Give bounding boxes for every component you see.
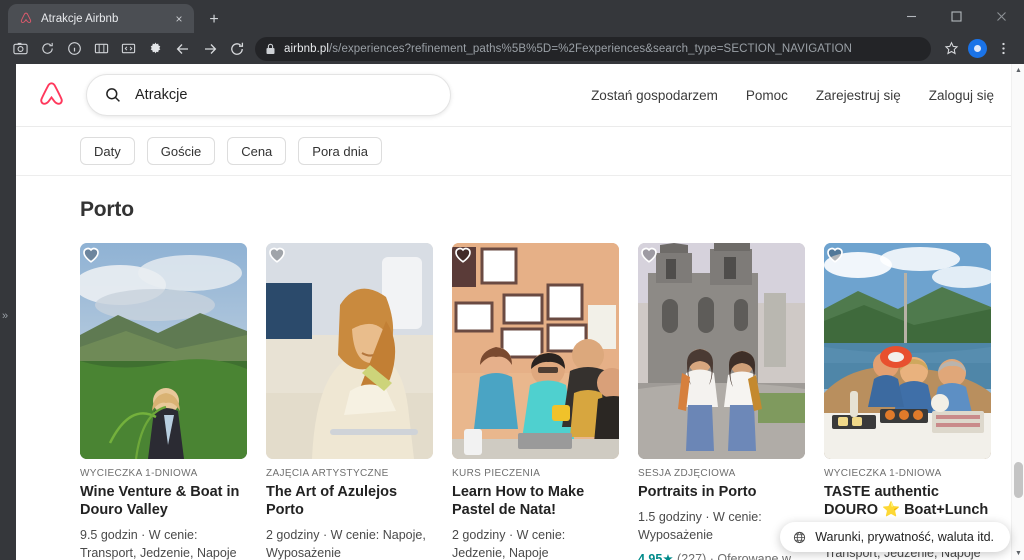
card-meta: 9.5 godzin · W cenie: Transport, Jedzeni… [80,528,237,560]
tab-close-icon[interactable]: × [170,10,188,28]
experience-card[interactable]: KURS PIECZENIA Learn How to Make Pastel … [452,243,619,560]
lock-icon [266,43,275,54]
airbnb-logo-icon [20,12,32,23]
site-nav: Zostań gospodarzem Pomoc Zarejestruj się… [591,88,1024,103]
card-title: TASTE authentic DOURO ⭐ Boat+Lunch [824,484,989,519]
minimize-button[interactable] [889,0,934,32]
nav-link-register[interactable]: Zarejestruj się [816,88,901,103]
scroll-down-arrow-icon[interactable]: ▼ [1012,547,1024,560]
boat-lunch-river-photo [824,243,991,459]
reload-button[interactable] [224,36,249,61]
card-title: The Art of Azulejos Porto [266,484,398,519]
nav-link-login[interactable]: Zaloguj się [929,88,994,103]
url-domain: airbnb.pl [284,42,330,55]
heart-icon[interactable] [80,243,102,265]
search-icon [106,88,120,102]
heart-icon[interactable] [638,243,660,265]
woman-painting-tile-photo [266,243,433,459]
two-women-walking-church-photo [638,243,805,459]
card-rating-value: 4.95 [638,552,663,560]
toolbar-actions [939,36,1016,61]
profile-icon[interactable] [965,36,990,61]
card-title: Portraits in Porto [638,484,757,500]
baking-class-group-photo [452,243,619,459]
privacy-terms-button[interactable]: Warunki, prywatność, waluta itd. [780,522,1010,552]
site-header: Atrakcje Zostań gospodarzem Pomoc Zareje… [16,64,1024,127]
nav-link-become-host[interactable]: Zostań gospodarzem [591,88,718,103]
screenshot-region-icon[interactable] [89,36,114,61]
card-image[interactable] [80,243,247,459]
browser-toolbar: airbnb.pl/s/experiences?refinement_paths… [0,33,1024,64]
card-meta: 2 godziny · W cenie: Napoje, Wyposażenie [266,528,426,560]
back-button[interactable] [170,36,195,61]
results-section: Porto WYCIECZKA 1-DNIOWA Wine Venture & … [16,176,1024,560]
page-title: Porto [80,198,134,221]
globe-icon [794,531,806,543]
inspect-element-icon[interactable] [116,36,141,61]
card-category: WYCIECZKA 1-DNIOWA [80,468,198,479]
star-icon: ★ [662,552,674,560]
forward-button[interactable] [197,36,222,61]
scrollbar-thumb[interactable] [1014,462,1023,498]
card-image[interactable] [452,243,619,459]
filter-chip-time-of-day[interactable]: Pora dnia [298,137,382,165]
card-title: Wine Venture & Boat in Douro Valley [80,484,240,519]
card-category: ZAJĘCIA ARTYSTYCZNE [266,468,389,479]
card-rating: 4.95★ (227) · Oferowane w językach: angi… [638,550,805,560]
browser-window: Atrakcje Airbnb × + airbnb.pl/s/experien… [0,0,1024,560]
heart-icon[interactable] [452,243,474,265]
info-icon[interactable] [62,36,87,61]
privacy-terms-label: Warunki, prywatność, waluta itd. [815,530,994,544]
card-image[interactable] [638,243,805,459]
experience-card[interactable]: WYCIECZKA 1-DNIOWA Wine Venture & Boat i… [80,243,247,560]
card-category: KURS PIECZENIA [452,468,541,479]
window-controls [889,0,1024,32]
heart-icon[interactable] [266,243,288,265]
filter-bar: Daty Goście Cena Pora dnia [16,127,1024,176]
card-title: Learn How to Make Pastel de Nata! [452,484,585,519]
card-review-count: (227) [677,552,707,560]
filter-chip-guests[interactable]: Goście [146,137,216,165]
filter-chip-dates[interactable]: Daty [80,137,135,165]
experience-card[interactable]: ZAJĘCIA ARTYSTYCZNE The Art of Azulejos … [266,243,433,560]
card-category: SESJA ZDJĘCIOWA [638,468,736,479]
close-button[interactable] [979,0,1024,32]
three-dot-menu-icon[interactable] [991,36,1016,61]
gear-icon[interactable] [143,36,168,61]
browser-tab[interactable]: Atrakcje Airbnb × [8,4,194,33]
maximize-button[interactable] [934,0,979,32]
star-icon[interactable] [939,36,964,61]
heart-icon[interactable] [824,243,846,265]
card-meta: 2 godziny · W cenie: Jedzenie, Napoje [452,528,566,560]
search-input[interactable]: Atrakcje [86,74,451,116]
filter-chip-price[interactable]: Cena [227,137,287,165]
douro-valley-vineyard-photo [80,243,247,459]
experience-card[interactable]: SESJA ZDJĘCIOWA Portraits in Porto 1.5 g… [638,243,805,560]
page-viewport: Atrakcje Zostań gospodarzem Pomoc Zareje… [16,64,1024,560]
address-bar[interactable]: airbnb.pl/s/experiences?refinement_paths… [255,36,931,61]
search-input-value: Atrakcje [135,87,188,103]
expand-sidebar-button[interactable]: » [2,310,8,322]
tab-strip: Atrakcje Airbnb × + [0,0,227,33]
tab-title: Atrakcje Airbnb [41,12,119,25]
new-tab-button[interactable]: + [201,7,227,33]
page-scrollbar[interactable]: ▲ ▼ [1011,64,1024,560]
url-path: /s/experiences?refinement_paths%5B%5D=%2… [329,42,853,55]
nav-link-help[interactable]: Pomoc [746,88,788,103]
experience-card-grid: WYCIECZKA 1-DNIOWA Wine Venture & Boat i… [80,243,1024,560]
experience-card[interactable]: WYCIECZKA 1-DNIOWA TASTE authentic DOURO… [824,243,991,560]
card-image[interactable] [824,243,991,459]
sync-icon[interactable] [35,36,60,61]
airbnb-logo-icon[interactable] [16,79,86,112]
camera-icon[interactable] [8,36,33,61]
browser-titlebar: Atrakcje Airbnb × + [0,0,1024,33]
scroll-up-arrow-icon[interactable]: ▲ [1012,64,1024,77]
card-category: WYCIECZKA 1-DNIOWA [824,468,942,479]
devtools-left-rail: » [0,64,16,560]
card-image[interactable] [266,243,433,459]
address-bar-text: airbnb.pl/s/experiences?refinement_paths… [284,43,852,55]
